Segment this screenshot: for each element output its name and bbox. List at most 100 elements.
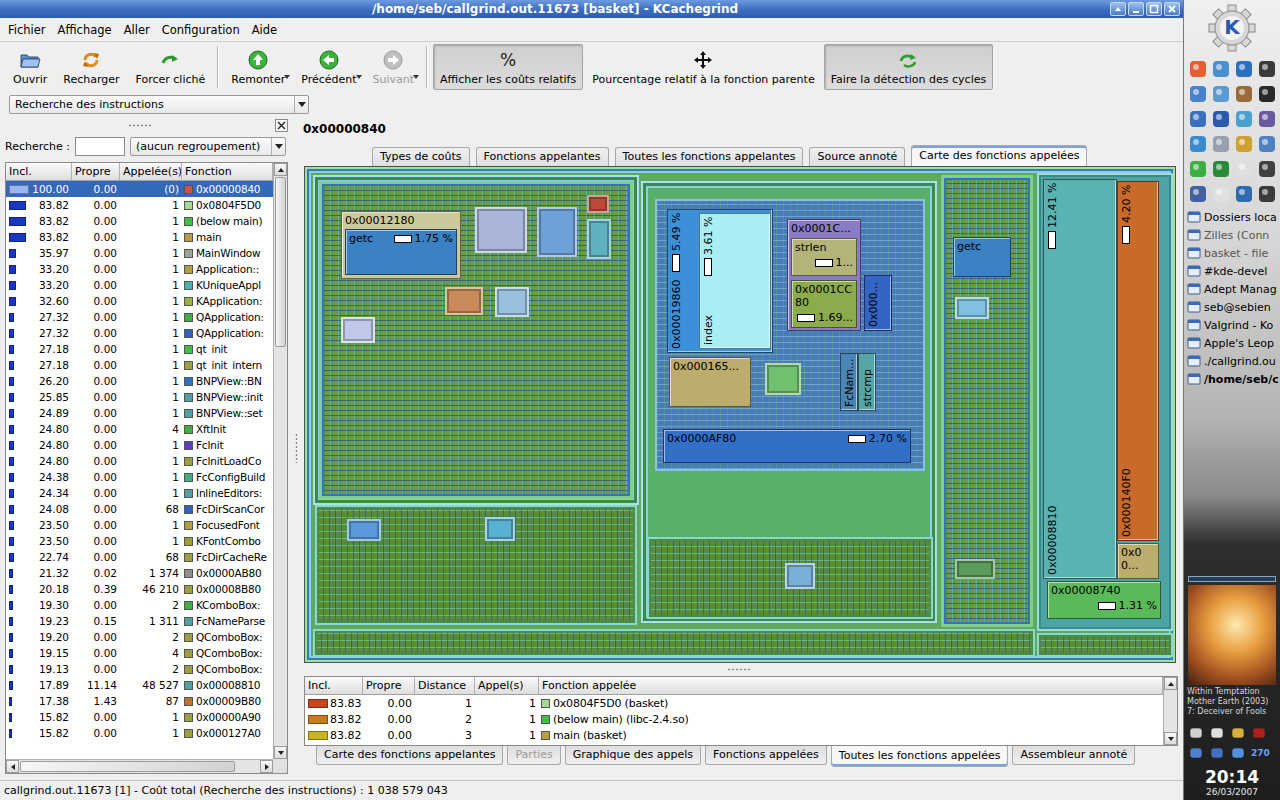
task-button[interactable]: Apple's Leop bbox=[1187, 334, 1280, 352]
table-row[interactable]: 100.000.00(0)0x00000840 bbox=[6, 181, 273, 197]
tray-icon[interactable] bbox=[1251, 725, 1267, 741]
clock[interactable]: 20:14 bbox=[1184, 767, 1280, 787]
treemap-cell[interactable]: 0x000... bbox=[864, 275, 892, 331]
tab[interactable]: Carte des fonctions appelantes bbox=[316, 746, 503, 765]
toolbar-button[interactable]: Ouvrir bbox=[6, 44, 54, 90]
treemap-cell[interactable]: 0x0001CC801.69... bbox=[791, 280, 857, 328]
tab[interactable]: Assembleur annoté bbox=[1012, 746, 1135, 765]
column-header[interactable]: Appel(s) bbox=[475, 677, 539, 695]
scroll-track[interactable] bbox=[274, 176, 287, 746]
table-row[interactable]: 21.320.021 3740x0000AB80 bbox=[6, 565, 273, 581]
table-row[interactable]: 24.890.001BNPView::set bbox=[6, 405, 273, 421]
callee-treemap[interactable]: 0x00012180getc1.75 %0x000198605.49 %inde… bbox=[304, 166, 1176, 663]
launcher-icon[interactable] bbox=[1257, 59, 1277, 79]
table-row[interactable]: 19.200.002QComboBox: bbox=[6, 629, 273, 645]
toolbar-button[interactable]: Précédent bbox=[294, 44, 363, 90]
treemap-area[interactable] bbox=[785, 563, 815, 589]
launcher-icon[interactable] bbox=[1188, 59, 1208, 79]
toolbar-button[interactable]: Recharger bbox=[56, 44, 126, 90]
launcher-icon[interactable] bbox=[1211, 159, 1231, 179]
table-row[interactable]: 27.180.001qt_init bbox=[6, 341, 273, 357]
task-button[interactable]: Adept Manag bbox=[1187, 280, 1280, 298]
treemap-area[interactable] bbox=[587, 195, 609, 213]
launcher-icon[interactable] bbox=[1257, 134, 1277, 154]
column-header[interactable]: Fonction bbox=[182, 163, 273, 181]
table-row[interactable]: 35.970.001MainWindow bbox=[6, 245, 273, 261]
launcher-icon[interactable] bbox=[1211, 84, 1231, 104]
task-button[interactable]: ./callgrind.ou bbox=[1187, 352, 1280, 370]
launcher-icon[interactable] bbox=[1188, 84, 1208, 104]
launcher-icon[interactable] bbox=[1211, 109, 1231, 129]
table-row[interactable]: 15.820.0010x00000A90 bbox=[6, 709, 273, 725]
task-button[interactable]: Dossiers loca bbox=[1187, 208, 1280, 226]
table-row[interactable]: 27.320.001QApplication: bbox=[6, 309, 273, 325]
table-row[interactable]: 24.380.001FcConfigBuild bbox=[6, 469, 273, 485]
tab[interactable]: Graphique des appels bbox=[565, 746, 701, 765]
treemap-area[interactable] bbox=[495, 287, 529, 317]
launcher-icon[interactable] bbox=[1234, 84, 1254, 104]
scroll-up-button[interactable] bbox=[1164, 677, 1177, 690]
k-menu-button[interactable]: K bbox=[1184, 0, 1280, 56]
table-row[interactable]: 83.820.0010x0804F5D0 bbox=[6, 197, 273, 213]
column-header[interactable]: Incl. bbox=[305, 677, 363, 695]
menu-item[interactable]: Aller bbox=[118, 21, 156, 39]
table-row[interactable]: 20.180.3946 2100x00008B80 bbox=[6, 581, 273, 597]
tab[interactable]: Fonctions appelées bbox=[705, 746, 827, 765]
tab[interactable]: Fonctions appelantes bbox=[476, 147, 609, 166]
launcher-icon[interactable] bbox=[1257, 159, 1277, 179]
table-row[interactable]: 33.200.001KUniqueAppl bbox=[6, 277, 273, 293]
launcher-icon[interactable] bbox=[1188, 134, 1208, 154]
window-button[interactable] bbox=[1110, 2, 1126, 16]
treemap-area[interactable] bbox=[537, 207, 577, 257]
column-header[interactable]: Appelée(s) bbox=[120, 163, 182, 181]
treemap-cell[interactable]: getc bbox=[953, 237, 1011, 277]
window-button[interactable] bbox=[1128, 2, 1144, 16]
launcher-icon[interactable] bbox=[1257, 109, 1277, 129]
scroll-thumb[interactable] bbox=[20, 761, 235, 772]
scroll-left-button[interactable] bbox=[6, 760, 19, 773]
launcher-icon[interactable] bbox=[1234, 159, 1254, 179]
table-row[interactable]: 24.800.001FcInitLoadCo bbox=[6, 453, 273, 469]
treemap-area[interactable] bbox=[485, 517, 515, 541]
treemap-area[interactable] bbox=[445, 287, 483, 315]
table-row[interactable]: 83.820.001main bbox=[6, 229, 273, 245]
treemap-area[interactable] bbox=[475, 207, 527, 253]
task-button[interactable]: /home/seb/c bbox=[1187, 370, 1280, 388]
event-type-combo[interactable]: Recherche des instructions bbox=[9, 95, 309, 114]
treemap-cell[interactable]: index3.61 % bbox=[699, 213, 771, 349]
menu-item[interactable]: Aide bbox=[246, 21, 283, 39]
table-row[interactable]: 32.600.001KApplication: bbox=[6, 293, 273, 309]
column-header[interactable]: Incl. bbox=[6, 163, 72, 181]
column-header[interactable]: Distance bbox=[415, 677, 475, 695]
treemap-area[interactable] bbox=[955, 297, 989, 319]
table-row[interactable]: 83.820.0031main (basket) bbox=[305, 727, 1163, 743]
launcher-icon[interactable] bbox=[1211, 184, 1231, 204]
treemap-cell[interactable]: 0x0000AF802.70 % bbox=[663, 429, 911, 463]
menu-item[interactable]: Fichier bbox=[2, 21, 52, 39]
treemap-area[interactable] bbox=[955, 559, 995, 579]
table-row[interactable]: 23.500.001KFontCombo bbox=[6, 533, 273, 549]
task-button[interactable]: Valgrind - Ko bbox=[1187, 316, 1280, 334]
task-button[interactable]: seb@sebien bbox=[1187, 298, 1280, 316]
splitter[interactable] bbox=[292, 116, 300, 780]
tab[interactable]: Source annoté bbox=[809, 147, 905, 166]
menu-item[interactable]: Affichage bbox=[52, 21, 118, 39]
toolbar-button[interactable]: %Afficher les coûts relatifs bbox=[433, 44, 583, 90]
treemap-area[interactable] bbox=[1037, 633, 1173, 657]
task-button[interactable]: Zilles (Conn bbox=[1187, 226, 1280, 244]
tray-icon[interactable] bbox=[1230, 725, 1246, 741]
horizontal-scrollbar[interactable] bbox=[6, 759, 273, 773]
treemap-cell[interactable]: FcNam... bbox=[840, 353, 858, 411]
tray-icon[interactable] bbox=[1188, 745, 1204, 761]
launcher-icon[interactable] bbox=[1234, 59, 1254, 79]
panel-close-button[interactable] bbox=[275, 119, 288, 132]
treemap-area[interactable] bbox=[313, 629, 1035, 657]
table-row[interactable]: 17.381.43870x00009B80 bbox=[6, 693, 273, 709]
tab[interactable]: Carte des fonctions appelées bbox=[911, 145, 1087, 166]
window-button[interactable] bbox=[1164, 2, 1180, 16]
tray-icon[interactable] bbox=[1209, 745, 1225, 761]
table-row[interactable]: 25.850.001BNPView::init bbox=[6, 389, 273, 405]
treemap-area[interactable] bbox=[765, 363, 801, 395]
toolbar-button[interactable]: Pourcentage relatif à la fonction parent… bbox=[585, 44, 821, 90]
table-row[interactable]: 83.820.0021(below main) (libc-2.4.so) bbox=[305, 711, 1163, 727]
